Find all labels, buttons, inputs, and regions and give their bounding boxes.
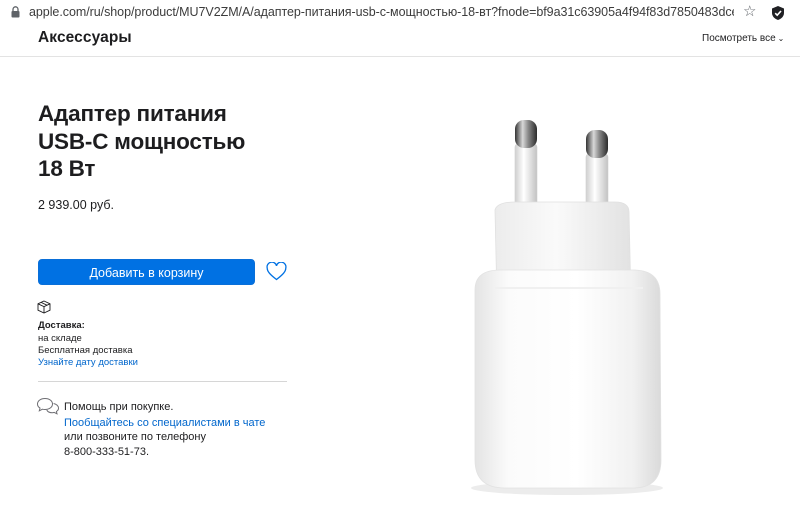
add-to-cart-button[interactable]: Добавить в корзину bbox=[38, 259, 255, 285]
product-image bbox=[471, 120, 663, 495]
chevron-down-icon: ⌄ bbox=[777, 34, 785, 43]
divider bbox=[38, 381, 287, 382]
help-phone-number[interactable]: 8-800-333-51-73. bbox=[64, 446, 149, 458]
lock-icon bbox=[11, 6, 20, 18]
delivery-date-link[interactable]: Узнайте дату доставки bbox=[38, 357, 138, 368]
see-all-label: Посмотреть все bbox=[702, 33, 776, 44]
box-icon bbox=[37, 300, 51, 314]
chat-icon bbox=[36, 397, 60, 415]
product-title: Адаптер питания USB-C мощностью 18 Вт bbox=[38, 100, 298, 183]
star-icon[interactable]: ☆ bbox=[743, 3, 756, 21]
browser-address-bar[interactable]: apple.com/ru/shop/product/MU7V2ZM/A/адап… bbox=[0, 0, 800, 26]
product-title-line: USB-C мощностью bbox=[38, 128, 246, 154]
delivery-free: Бесплатная доставка bbox=[38, 345, 133, 356]
url-text[interactable]: apple.com/ru/shop/product/MU7V2ZM/A/адап… bbox=[29, 5, 734, 19]
see-all-link[interactable]: Посмотреть все ⌄ bbox=[702, 33, 784, 44]
help-phone-intro: или позвоните по телефону bbox=[64, 431, 206, 443]
product-title-line: Адаптер питания bbox=[38, 101, 227, 126]
delivery-status: на складе bbox=[38, 333, 82, 344]
product-price: 2 939.00 руб. bbox=[38, 198, 114, 212]
delivery-heading: Доставка: bbox=[38, 320, 85, 331]
chat-link[interactable]: Пообщайтесь со специалистами в чате bbox=[64, 417, 265, 429]
heart-icon[interactable] bbox=[266, 262, 287, 281]
extension-icon[interactable] bbox=[770, 5, 786, 21]
category-header: Аксессуары Посмотреть все ⌄ bbox=[0, 26, 800, 57]
help-heading: Помощь при покупке. bbox=[64, 401, 174, 413]
product-title-line: 18 Вт bbox=[38, 156, 96, 181]
category-title[interactable]: Аксессуары bbox=[38, 29, 132, 47]
